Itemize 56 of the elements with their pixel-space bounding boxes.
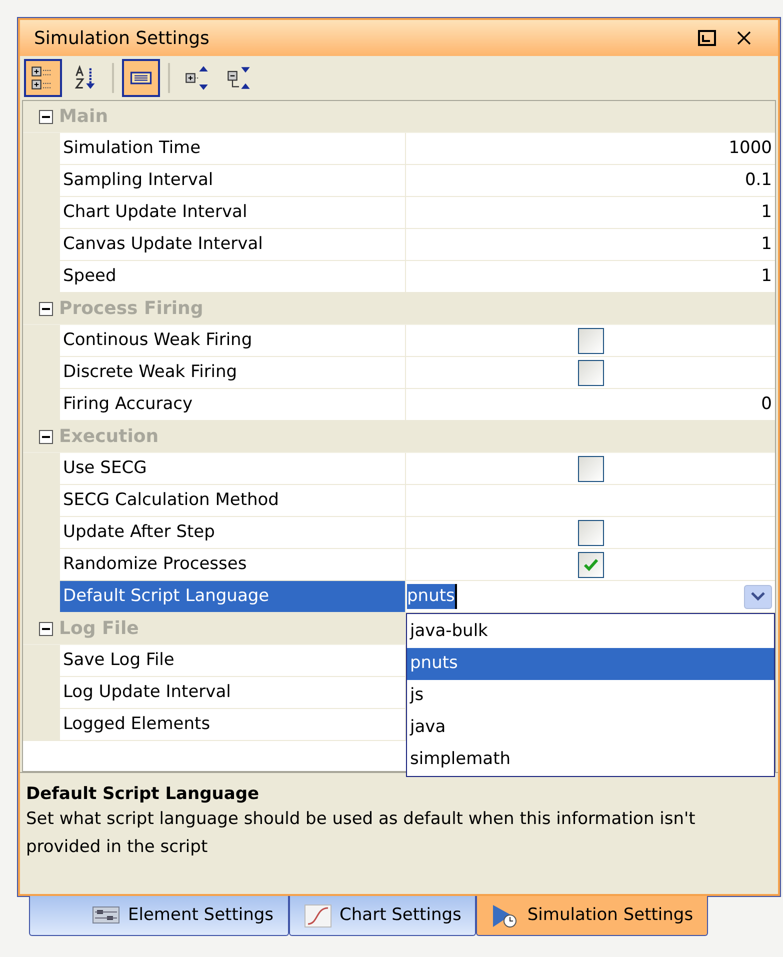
- property-name[interactable]: Simulation Time: [60, 133, 406, 165]
- property-name[interactable]: Logged Elements: [60, 709, 406, 741]
- property-name[interactable]: Continous Weak Firing: [60, 325, 406, 357]
- chart-tab-icon: [304, 904, 332, 928]
- dropdown-field[interactable]: pnuts: [406, 581, 744, 612]
- dropdown-option[interactable]: simplemath: [407, 744, 774, 776]
- property-name[interactable]: Save Log File: [60, 645, 406, 677]
- category-header: Execution: [59, 425, 159, 449]
- property-value[interactable]: 1000: [728, 136, 775, 162]
- panel-tab[interactable]: Simulation Settings: [476, 896, 708, 936]
- checkbox[interactable]: [578, 360, 604, 386]
- categorized-view-button[interactable]: [24, 59, 62, 97]
- dropdown-option[interactable]: java-bulk: [407, 616, 774, 648]
- row-gutter: [23, 709, 60, 741]
- checkmark-icon: [582, 558, 598, 572]
- property-name[interactable]: Update After Step: [60, 517, 406, 549]
- property-name[interactable]: Chart Update Interval: [60, 197, 406, 229]
- property-value[interactable]: 1: [761, 264, 775, 290]
- restore-icon[interactable]: [698, 30, 716, 46]
- property-name[interactable]: Discrete Weak Firing: [60, 357, 406, 389]
- window-title: Simulation Settings: [34, 26, 210, 50]
- help-title: Default Script Language: [26, 783, 260, 805]
- collapse-icon: [226, 65, 252, 91]
- property-name[interactable]: Use SECG: [60, 453, 406, 485]
- property-name[interactable]: Sampling Interval: [60, 165, 406, 197]
- help-description: Set what script language should be used as default when this information isn't provided in the script: [26, 808, 696, 859]
- property-name[interactable]: Default Script Language: [60, 581, 406, 613]
- property-name[interactable]: SECG Calculation Method: [60, 485, 406, 517]
- checkbox[interactable]: [578, 552, 604, 578]
- chevron-down-icon: [751, 592, 765, 601]
- dropdown-button[interactable]: [744, 584, 772, 608]
- collapse-toggle[interactable]: [39, 110, 53, 124]
- panel-tab[interactable]: Chart Settings: [288, 896, 476, 936]
- panel-tab[interactable]: Element Settings: [29, 896, 289, 936]
- property-value[interactable]: 1: [761, 232, 775, 258]
- collapse-toggle[interactable]: [39, 430, 53, 444]
- dropdown-option[interactable]: java: [407, 712, 774, 744]
- dropdown-option[interactable]: pnuts: [407, 648, 774, 680]
- collapse-toggle[interactable]: [39, 302, 53, 316]
- property-name[interactable]: Log Update Interval: [60, 677, 406, 709]
- pages-view-button[interactable]: [122, 59, 160, 97]
- category-header: Log File: [59, 617, 139, 641]
- collapse-toggle[interactable]: [39, 622, 53, 636]
- close-icon[interactable]: [736, 30, 752, 46]
- simulation-tab-icon: [491, 904, 520, 928]
- property-value[interactable]: 0.1: [744, 168, 775, 194]
- category-header: Process Firing: [59, 297, 204, 321]
- checkbox[interactable]: [578, 456, 604, 482]
- property-value[interactable]: 1: [761, 200, 775, 226]
- checkbox[interactable]: [578, 520, 604, 546]
- dropdown-option[interactable]: js: [407, 680, 774, 712]
- category-header: Main: [59, 105, 108, 129]
- property-value[interactable]: 0: [761, 392, 775, 418]
- checkbox[interactable]: [578, 328, 604, 354]
- property-name[interactable]: Canvas Update Interval: [60, 229, 406, 261]
- expand-icon: [184, 65, 210, 91]
